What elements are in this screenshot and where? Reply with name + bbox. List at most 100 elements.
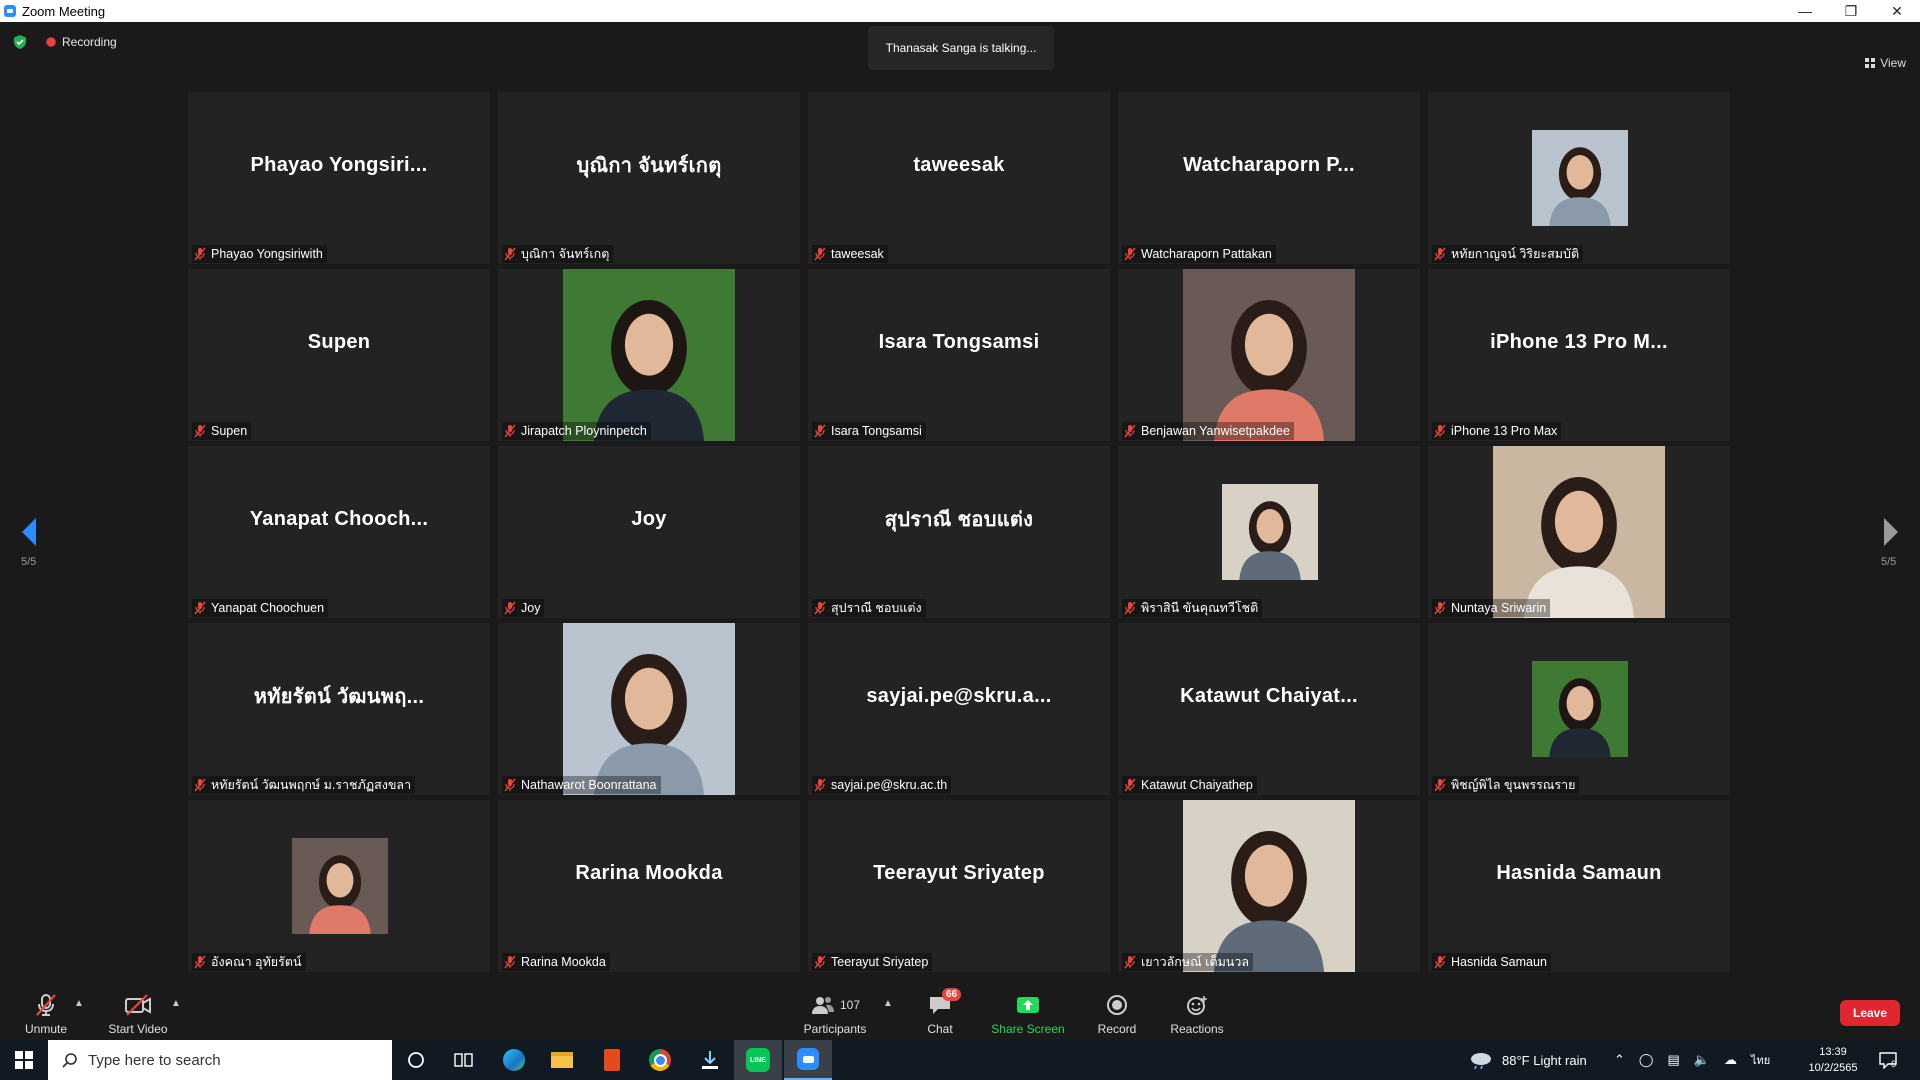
file-explorer-button[interactable] [538,1040,586,1080]
restore-button[interactable]: ❐ [1828,0,1874,22]
participant-name: Phayao Yongsiriwith [211,247,323,261]
start-video-button[interactable]: Start Video [98,978,178,1036]
zoom-app-button[interactable] [784,1040,832,1080]
audio-options-caret[interactable]: ▲ [74,998,84,1009]
participant-name: Katawut Chaiyathep [1141,778,1253,792]
participant-name-label: สุปราณี ชอบแต่ง [812,599,926,617]
participant-name: พิราสินี ขันคุณทวีโชติ [1141,601,1259,615]
participant-video [1222,484,1318,580]
download-app-button[interactable] [686,1040,734,1080]
muted-mic-icon [504,424,516,438]
participants-button[interactable]: 107 Participants [795,978,875,1036]
participant-display-name: บุณิกา จันทร์เกตุ [576,155,722,177]
participant-tile[interactable]: Rarina Mookda Rarina Mookda [498,800,800,972]
window-title-bar: Zoom Meeting — ❐ ✕ [0,0,1920,22]
record-button[interactable]: Record [1077,978,1157,1036]
next-page-arrow-icon[interactable] [1878,512,1904,552]
participant-name-label: Jirapatch Ployninpetch [502,422,651,440]
participant-name: Teerayut Sriyatep [831,955,929,969]
participant-tile[interactable]: Joy Joy [498,446,800,618]
office-app-button[interactable] [588,1040,636,1080]
reactions-button[interactable]: Reactions [1157,978,1237,1036]
participant-tile[interactable]: หทัยกาญจน์ วิริยะสมบัติ [1428,92,1730,264]
participant-tile[interactable]: Katawut Chaiyat... Katawut Chaiyathep [1118,623,1420,795]
participant-tile[interactable]: sayjai.pe@skru.a... sayjai.pe@skru.ac.th [808,623,1110,795]
muted-mic-icon [194,955,206,969]
weather-widget[interactable]: 88°F Light rain [1468,1040,1587,1080]
participant-video [1183,800,1355,972]
cortana-button[interactable] [392,1040,440,1080]
participant-tile[interactable]: Supen Supen [188,269,490,441]
participant-name: Rarina Mookda [521,955,606,969]
participant-tile[interactable]: เยาวลักษณ์ เต็มนวล [1118,800,1420,972]
participant-tile[interactable]: Hasnida Samaun Hasnida Samaun [1428,800,1730,972]
close-button[interactable]: ✕ [1874,0,1920,22]
recording-label: Recording [62,35,117,49]
participant-video [1183,269,1355,441]
chrome-app-button[interactable] [636,1040,684,1080]
participant-tile[interactable]: Watcharaporn P... Watcharaporn Pattakan [1118,92,1420,264]
participant-tile[interactable]: Jirapatch Ployninpetch [498,269,800,441]
participant-tile[interactable]: หทัยรัตน์ วัฒนพฤ... หทัยรัตน์ วัฒนพฤกษ์ ม… [188,623,490,795]
participant-tile[interactable]: Nuntaya Sriwarin [1428,446,1730,618]
participant-tile[interactable]: อังคณา อุทัยรัตน์ [188,800,490,972]
taskbar-clock[interactable]: 13:39 10/2/2565 [1800,1042,1866,1078]
participant-name-label: Yanapat Choochuen [192,599,329,617]
participant-name-label: Benjawan Yanwisetpakdee [1122,422,1294,440]
edge-app-button[interactable] [490,1040,538,1080]
participant-name-label: Nathawarot Boonrattana [502,776,661,794]
share-screen-label: Share Screen [991,1022,1065,1036]
recording-indicator[interactable]: Recording [46,35,117,49]
participant-name: iPhone 13 Pro Max [1451,424,1558,438]
muted-mic-icon [1124,955,1136,969]
onedrive-cloud-icon[interactable]: ☁ [1724,1052,1737,1068]
minimize-button[interactable]: — [1782,0,1828,22]
line-app-button[interactable]: LINE [734,1040,782,1080]
participant-display-name: Katawut Chaiyat... [1180,684,1358,707]
leave-meeting-button[interactable]: Leave [1840,1000,1900,1026]
muted-mic-icon [194,247,206,261]
taskbar-search-box[interactable]: Type here to search [48,1040,392,1080]
participant-tile[interactable]: Isara Tongsamsi Isara Tongsamsi [808,269,1110,441]
previous-page-arrow-icon[interactable] [16,512,42,552]
windows-start-button[interactable] [0,1040,48,1080]
participant-tile[interactable]: Nathawarot Boonrattana [498,623,800,795]
view-button[interactable]: View [1865,56,1906,70]
chat-label: Chat [927,1022,953,1036]
security-shield-icon[interactable] [12,34,28,50]
participant-tile[interactable]: พิราสินี ขันคุณทวีโชติ [1118,446,1420,618]
start-video-label: Start Video [108,1022,168,1036]
participant-display-name: sayjai.pe@skru.a... [866,684,1052,707]
chat-button[interactable]: 66 Chat [900,978,980,1036]
participants-count: 107 [839,998,861,1012]
participant-name: หทัยรัตน์ วัฒนพฤกษ์ ม.ราชภัฏสงขลา [211,778,412,792]
participant-tile[interactable]: Yanapat Chooch... Yanapat Choochuen [188,446,490,618]
network-icon[interactable]: ▤ [1667,1052,1679,1068]
participants-options-caret[interactable]: ▲ [883,998,893,1009]
muted-mic-icon [814,247,826,261]
show-hidden-icons-chevron-icon[interactable]: ⌃ [1614,1052,1625,1068]
participant-video [1532,130,1628,226]
input-language[interactable]: ไทย [1751,1051,1770,1069]
volume-speaker-icon[interactable]: 🔈 [1694,1052,1710,1068]
participant-tile[interactable]: taweesak taweesak [808,92,1110,264]
participant-name: Watcharaporn Pattakan [1141,247,1272,261]
participant-name: Jirapatch Ployninpetch [521,424,647,438]
participant-name: เยาวลักษณ์ เต็มนวล [1141,955,1250,969]
participant-tile[interactable]: Teerayut Sriyatep Teerayut Sriyatep [808,800,1110,972]
share-screen-icon [1017,997,1039,1013]
participant-tile[interactable]: Benjawan Yanwisetpakdee [1118,269,1420,441]
share-screen-button[interactable]: Share Screen [988,978,1068,1036]
participant-tile[interactable]: สุปราณี ชอบแต่ง สุปราณี ชอบแต่ง [808,446,1110,618]
participant-tile[interactable]: iPhone 13 Pro M... iPhone 13 Pro Max [1428,269,1730,441]
muted-mic-icon [1434,955,1446,969]
participant-tile[interactable]: พิชญ์พิไล ขุนพรรณราย [1428,623,1730,795]
task-view-button[interactable] [440,1040,488,1080]
participant-tile[interactable]: Phayao Yongsiri... Phayao Yongsiriwith [188,92,490,264]
meet-now-icon[interactable]: ◯ [1639,1052,1654,1068]
notification-center-button[interactable]: 6 [1878,1040,1897,1080]
clock-time: 13:39 [1819,1046,1847,1058]
meeting-toolbar: Unmute ▲ Start Video ▲ 107 Participants … [0,978,1920,1040]
participant-tile[interactable]: บุณิกา จันทร์เกตุ บุณิกา จันทร์เกตุ [498,92,800,264]
video-options-caret[interactable]: ▲ [171,998,181,1009]
